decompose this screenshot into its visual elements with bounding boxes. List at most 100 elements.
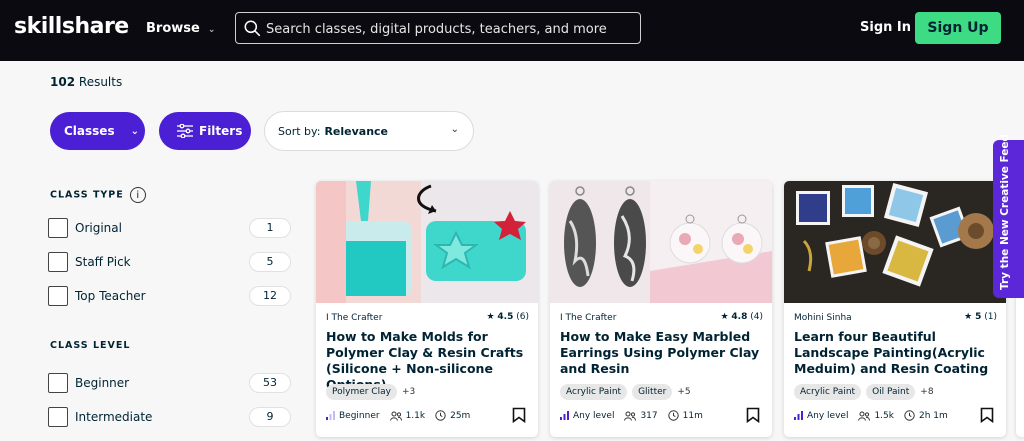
clock-icon xyxy=(667,410,679,421)
duration: 11m xyxy=(682,410,703,421)
results-number: 102 xyxy=(50,75,76,89)
class-card[interactable]: I The Crafter ★ 4.8 (4) How to Make Easy… xyxy=(550,181,772,437)
review-count: (4) xyxy=(750,312,763,322)
class-thumbnail[interactable] xyxy=(784,181,1006,303)
class-type-heading: CLASS TYPE i xyxy=(50,187,146,203)
tag[interactable]: Oil Paint xyxy=(866,384,916,400)
info-icon[interactable]: i xyxy=(129,187,146,203)
class-card[interactable]: Mohini Sinha ★ 5 (1) Learn four Beautifu… xyxy=(784,181,1006,437)
teacher-name[interactable]: I The Crafter xyxy=(560,313,616,323)
search-icon xyxy=(244,20,261,37)
class-thumbnail[interactable] xyxy=(316,181,538,303)
filter-option-original[interactable]: Original 1 xyxy=(48,218,291,240)
option-label: Staff Pick xyxy=(75,255,131,269)
rating: ★ 5 (1) xyxy=(964,312,997,322)
class-meta: Any level 317 11m xyxy=(560,410,713,421)
option-count: 53 xyxy=(249,373,291,393)
filters-button[interactable]: Filters xyxy=(159,112,251,150)
option-label: Beginner xyxy=(75,376,130,390)
chevron-down-icon: ⌄ xyxy=(450,124,459,135)
star-icon: ★ xyxy=(720,312,729,322)
results-count: 102 Results xyxy=(50,75,122,89)
class-meta: Beginner 1.1k 25m xyxy=(326,410,480,421)
option-count: 5 xyxy=(249,252,291,272)
browse-menu[interactable]: Browse ⌄ xyxy=(146,21,215,36)
level-label: Beginner xyxy=(339,410,380,421)
student-count: 1.5k xyxy=(874,410,894,421)
clock-icon xyxy=(435,410,446,421)
option-count: 12 xyxy=(249,286,291,306)
rating: ★ 4.8 (4) xyxy=(720,312,763,322)
more-tags[interactable]: +5 xyxy=(677,387,690,397)
student-count: 317 xyxy=(640,410,658,421)
tag[interactable]: Acrylic Paint xyxy=(794,384,862,400)
tag[interactable]: Glitter xyxy=(632,384,673,400)
review-count: (6) xyxy=(516,312,529,322)
classes-label: Classes xyxy=(64,124,115,138)
filter-option-top-teacher[interactable]: Top Teacher 12 xyxy=(48,286,291,308)
filter-option-staff-pick[interactable]: Staff Pick 5 xyxy=(48,252,291,274)
option-count: 9 xyxy=(249,407,291,427)
duration: 2h 1m xyxy=(918,410,948,421)
sign-up-button[interactable]: Sign Up xyxy=(915,12,1001,44)
level-icon xyxy=(326,411,335,420)
rating-value: 4.8 xyxy=(731,312,748,322)
level-icon xyxy=(560,411,569,420)
checkbox[interactable] xyxy=(48,252,68,272)
student-count: 1.1k xyxy=(405,410,426,421)
creative-feed-label: Try the New Creative Feed xyxy=(999,133,1011,290)
class-title[interactable]: How to Make Easy Marbled Earrings Using … xyxy=(560,329,766,377)
more-tags[interactable]: +8 xyxy=(920,387,933,397)
bookmark-icon[interactable] xyxy=(746,407,760,423)
clock-icon xyxy=(904,410,915,421)
creative-feed-tab[interactable]: Try the New Creative Feed xyxy=(993,134,1024,298)
review-count: (1) xyxy=(984,312,997,322)
top-header: skillshare Browse ⌄ Sign In Sign Up xyxy=(0,0,1024,61)
rating: ★ 4.5 (6) xyxy=(486,312,529,322)
chevron-down-icon: ⌄ xyxy=(207,25,216,35)
class-meta: Any level 1.5k 2h 1m xyxy=(794,410,958,421)
students-icon xyxy=(858,411,871,421)
search-bar[interactable] xyxy=(235,12,641,44)
sort-dropdown[interactable]: Sort by: Relevance ⌄ xyxy=(264,111,474,151)
star-icon: ★ xyxy=(964,312,973,322)
option-label: Original xyxy=(75,221,122,235)
class-type-title: CLASS TYPE xyxy=(50,189,124,201)
level-label: Any level xyxy=(807,410,849,421)
class-card[interactable]: I The Crafter ★ 4.5 (6) How to Make Mold… xyxy=(316,181,538,437)
checkbox[interactable] xyxy=(48,407,68,427)
level-label: Any level xyxy=(573,410,615,421)
tag[interactable]: Polymer Clay xyxy=(326,384,397,400)
browse-label: Browse xyxy=(146,21,200,36)
bookmark-icon[interactable] xyxy=(512,407,526,423)
checkbox[interactable] xyxy=(48,218,68,238)
students-icon xyxy=(389,411,402,421)
class-thumbnail[interactable] xyxy=(550,181,772,303)
teacher-name[interactable]: I The Crafter xyxy=(326,313,382,323)
checkbox[interactable] xyxy=(48,373,68,393)
bookmark-icon[interactable] xyxy=(980,407,994,423)
filter-option-intermediate[interactable]: Intermediate 9 xyxy=(48,407,291,429)
classes-dropdown[interactable]: Classes ⌄ xyxy=(50,112,145,150)
search-input[interactable] xyxy=(266,19,626,39)
filter-option-beginner[interactable]: Beginner 53 xyxy=(48,373,291,395)
filters-label: Filters xyxy=(199,124,243,138)
class-title[interactable]: Learn four Beautiful Landscape Painting(… xyxy=(794,329,1000,377)
chevron-down-icon: ⌄ xyxy=(130,125,139,137)
filters-icon xyxy=(177,124,193,138)
option-count: 1 xyxy=(249,218,291,238)
sign-in-button[interactable]: Sign In xyxy=(860,20,911,35)
teacher-name[interactable]: Mohini Sinha xyxy=(794,313,852,323)
star-icon: ★ xyxy=(486,312,495,322)
tag-list: Polymer Clay +3 xyxy=(326,384,415,400)
skillshare-logo[interactable]: skillshare xyxy=(14,14,129,39)
results-label: Results xyxy=(78,75,123,89)
students-icon xyxy=(624,411,637,421)
rating-value: 4.5 xyxy=(497,312,514,322)
tag[interactable]: Acrylic Paint xyxy=(560,384,628,400)
tag-list: Acrylic Paint Glitter +5 xyxy=(560,384,691,400)
checkbox[interactable] xyxy=(48,286,68,306)
level-icon xyxy=(794,411,803,420)
tag-list: Acrylic Paint Oil Paint +8 xyxy=(794,384,934,400)
more-tags[interactable]: +3 xyxy=(402,387,415,397)
